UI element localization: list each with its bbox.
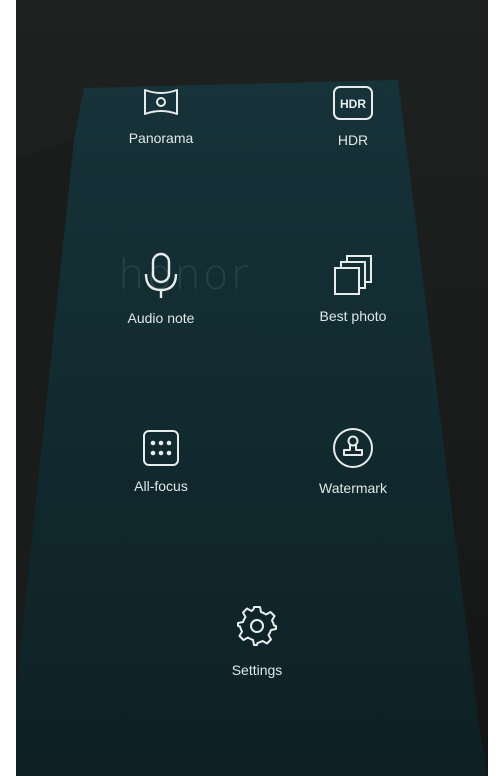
mode-audio-note[interactable]: Audio note [86, 252, 236, 326]
settings-button[interactable]: Settings [182, 604, 332, 678]
mode-label: Settings [231, 662, 283, 678]
stacked-photos-icon [334, 255, 372, 295]
camera-viewfinder: honor Panorama HDR HDR Audio note Best p… [16, 0, 488, 776]
mode-label: Audio note [127, 310, 195, 326]
gear-icon [237, 606, 277, 646]
mode-label: Watermark [319, 480, 387, 496]
hdr-icon: HDR [333, 86, 373, 120]
panorama-icon [144, 89, 178, 115]
mode-best-photo[interactable]: Best photo [278, 254, 428, 324]
mode-all-focus[interactable]: All-focus [86, 428, 236, 494]
mode-label: Best photo [319, 308, 387, 324]
mode-label: All-focus [134, 478, 188, 494]
all-focus-icon [143, 430, 179, 466]
hdr-icon-text: HDR [340, 97, 366, 111]
mode-label: Panorama [128, 130, 194, 146]
microphone-icon [144, 252, 178, 298]
mode-hdr[interactable]: HDR HDR [278, 84, 428, 148]
mode-label: HDR [337, 132, 369, 148]
mode-panorama[interactable]: Panorama [86, 84, 236, 146]
stamp-icon [333, 428, 373, 468]
mode-watermark[interactable]: Watermark [278, 426, 428, 496]
